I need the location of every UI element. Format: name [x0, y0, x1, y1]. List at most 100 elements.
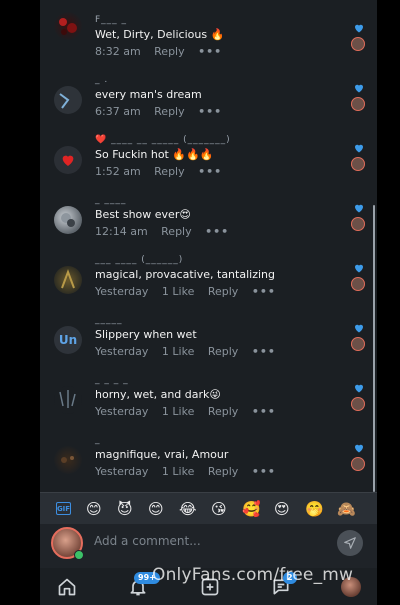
avatar-image-icon [59, 390, 76, 408]
comment-author[interactable]: ❤️ ____ __ _____ (_______) [95, 135, 231, 145]
emoji-button[interactable]: 😊 [148, 500, 164, 518]
comment-text: So Fuckin hot 🔥🔥🔥 [95, 148, 214, 161]
comment-author[interactable]: _____ [95, 315, 123, 325]
creator-like-avatar [351, 277, 365, 291]
reply-button[interactable]: Reply [208, 465, 238, 478]
commenter-avatar[interactable] [54, 266, 82, 294]
emoji-button[interactable]: 🥰 [242, 500, 261, 518]
comment-text: magnifique, vrai, Amour [95, 448, 229, 461]
commenter-avatar[interactable] [54, 206, 82, 234]
scrollbar[interactable] [373, 205, 375, 492]
creator-like-avatar [351, 37, 365, 51]
reply-button[interactable]: Reply [208, 345, 238, 358]
reply-button[interactable]: Reply [208, 285, 238, 298]
comment-item: ___ ____ (______) magical, provacative, … [40, 254, 377, 312]
comment-meta: 1:52 am Reply ••• [95, 165, 232, 178]
comment-author[interactable]: _ . [95, 75, 108, 85]
reply-button[interactable]: Reply [154, 165, 184, 178]
reply-button[interactable]: Reply [208, 405, 238, 418]
emoji-quick-bar: GIF 😊 😈 😊 😂 😘 🥰 😍 🤭 🙈 [40, 492, 377, 525]
home-icon[interactable] [57, 577, 77, 597]
comment-text: Wet, Dirty, Delicious 🔥 [95, 28, 225, 41]
like-count[interactable]: 1 Like [162, 345, 194, 358]
comment-meta: Yesterday 1 Like Reply ••• [95, 465, 286, 478]
comment-time: Yesterday [95, 405, 149, 418]
reply-button[interactable]: Reply [154, 45, 184, 58]
commenter-avatar[interactable] [54, 86, 82, 114]
avatar-image-icon [59, 18, 77, 35]
emoji-button[interactable]: 🙈 [337, 500, 356, 518]
emoji-button[interactable]: 😍 [274, 500, 290, 518]
send-button[interactable] [337, 530, 363, 556]
comment-time: 8:32 am [95, 45, 141, 58]
comment-list[interactable]: F___ _ Wet, Dirty, Delicious 🔥 8:32 am R… [40, 0, 377, 492]
comment-meta: Yesterday 1 Like Reply ••• [95, 345, 286, 358]
comments-screen: F___ _ Wet, Dirty, Delicious 🔥 8:32 am R… [40, 0, 377, 605]
heart-icon[interactable] [353, 22, 365, 34]
commenter-avatar[interactable] [54, 12, 82, 40]
comment-author[interactable]: _ _ _ _ [95, 375, 129, 385]
comment-time: 6:37 am [95, 105, 141, 118]
creator-like-avatar [351, 217, 365, 231]
comment-item: _ . every man's dream 6:37 am Reply ••• [40, 74, 377, 132]
comment-meta: Yesterday 1 Like Reply ••• [95, 285, 286, 298]
avatar-image-icon [61, 456, 74, 463]
emoji-button[interactable]: 😊 [86, 500, 102, 518]
comment-time: Yesterday [95, 285, 149, 298]
heart-icon[interactable] [353, 262, 365, 274]
creator-like-avatar [351, 457, 365, 471]
creator-like-avatar [351, 157, 365, 171]
heart-icon[interactable] [353, 442, 365, 454]
comment-item: _ _ _ _ horny, wet, and dark😜 Yesterday … [40, 374, 377, 432]
avatar-image-icon [59, 93, 70, 109]
comment-author[interactable]: _ [95, 435, 101, 445]
comment-text: horny, wet, and dark😜 [95, 388, 221, 401]
gif-button[interactable]: GIF [56, 502, 71, 515]
like-count[interactable]: 1 Like [162, 405, 194, 418]
more-options-icon[interactable]: ••• [252, 345, 276, 358]
like-count[interactable]: 1 Like [162, 285, 194, 298]
comment-text: Best show ever😍 [95, 208, 191, 221]
creator-like-avatar [351, 97, 365, 111]
like-count[interactable]: 1 Like [162, 465, 194, 478]
heart-icon[interactable] [353, 382, 365, 394]
red-heart-icon [62, 155, 74, 166]
avatar-initials: Un [58, 333, 78, 347]
more-options-icon[interactable]: ••• [252, 285, 276, 298]
more-options-icon[interactable]: ••• [198, 165, 222, 178]
heart-icon[interactable] [353, 322, 365, 334]
comment-author[interactable]: ___ ____ (______) [95, 255, 183, 265]
reply-button[interactable]: Reply [154, 105, 184, 118]
reply-button[interactable]: Reply [161, 225, 191, 238]
emoji-button[interactable]: 😈 [117, 500, 133, 518]
more-options-icon[interactable]: ••• [198, 105, 222, 118]
comment-author[interactable]: F___ _ [95, 15, 127, 25]
comment-text: Slippery when wet [95, 328, 197, 341]
more-options-icon[interactable]: ••• [252, 405, 276, 418]
comment-author[interactable]: _ ____ [95, 195, 126, 205]
more-options-icon[interactable]: ••• [252, 465, 276, 478]
comment-meta: Yesterday 1 Like Reply ••• [95, 405, 286, 418]
heart-icon[interactable] [353, 82, 365, 94]
comment-text: magical, provacative, tantalizing [95, 268, 275, 281]
more-options-icon[interactable]: ••• [198, 45, 222, 58]
comment-meta: 12:14 am Reply ••• [95, 225, 239, 238]
comment-item: Un _____ Slippery when wet Yesterday 1 L… [40, 314, 377, 372]
commenter-avatar[interactable] [54, 446, 82, 474]
emoji-button[interactable]: 😂 [179, 500, 197, 518]
comment-text: every man's dream [95, 88, 202, 101]
commenter-avatar[interactable]: Un [54, 326, 82, 354]
commenter-avatar[interactable] [54, 386, 82, 414]
more-options-icon[interactable]: ••• [205, 225, 229, 238]
comment-input[interactable]: Add a comment... [94, 534, 201, 548]
heart-icon[interactable] [353, 142, 365, 154]
commenter-avatar[interactable] [54, 146, 82, 174]
avatar-image-icon [61, 213, 75, 227]
emoji-button[interactable]: 😘 [211, 500, 227, 518]
comment-item: _ ____ Best show ever😍 12:14 am Reply ••… [40, 194, 377, 252]
heart-icon[interactable] [353, 202, 365, 214]
emoji-button[interactable]: 🤭 [305, 500, 324, 518]
creator-like-avatar [351, 337, 365, 351]
online-status-dot [74, 550, 84, 560]
creator-like-avatar [351, 397, 365, 411]
